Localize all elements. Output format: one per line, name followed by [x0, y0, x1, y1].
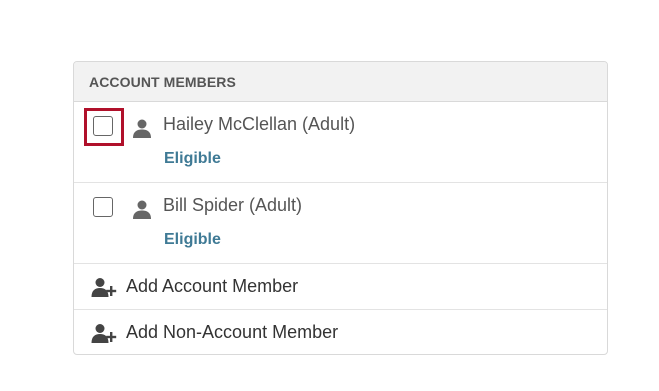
- member-name: Hailey McClellan (Adult): [163, 114, 356, 134]
- panel-header: ACCOUNT MEMBERS: [74, 62, 607, 102]
- member-checkbox[interactable]: [93, 197, 113, 217]
- add-non-account-member-button[interactable]: Add Non-Account Member: [74, 310, 607, 354]
- add-non-account-member-label: Add Non-Account Member: [126, 322, 339, 342]
- person-icon: [133, 200, 151, 219]
- member-row: Hailey McClellan (Adult) Eligible: [74, 102, 607, 183]
- checkbox-focus-ring: [84, 108, 124, 146]
- person-icon: [133, 119, 151, 138]
- add-user-icon: [91, 324, 117, 343]
- panel-title: ACCOUNT MEMBERS: [89, 73, 236, 90]
- add-account-member-label: Add Account Member: [126, 276, 299, 296]
- account-members-panel: ACCOUNT MEMBERS Hailey McClellan (Adult)…: [73, 61, 608, 355]
- member-checkbox[interactable]: [93, 116, 113, 136]
- member-status: Eligible: [164, 231, 221, 248]
- add-user-icon: [91, 278, 117, 297]
- member-row: Bill Spider (Adult) Eligible: [74, 183, 607, 264]
- member-name: Bill Spider (Adult): [163, 195, 303, 215]
- add-account-member-button[interactable]: Add Account Member: [74, 264, 607, 310]
- member-status: Eligible: [164, 150, 221, 167]
- checkbox-wrap: [84, 189, 124, 227]
